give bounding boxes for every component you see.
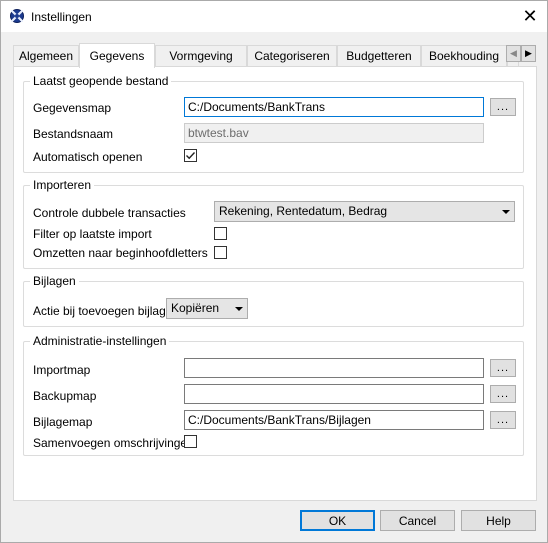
tab-gegevens[interactable]: Gegevens [79,43,155,68]
group-attachments-title: Bijlagen [30,274,79,288]
attachment-folder-label: Bijlagemap [33,415,93,429]
attachment-action-dropdown[interactable]: Kopiëren [166,298,248,319]
data-folder-label: Gegevensmap [33,101,112,115]
cancel-button[interactable]: Cancel [380,510,455,531]
checkmark-icon [186,152,196,160]
capitalize-label: Omzetten naar beginhoofdletters [33,246,208,260]
backup-folder-browse-button[interactable]: ... [490,385,516,403]
tab-algemeen[interactable]: Algemeen [13,45,79,66]
settings-window: Instellingen ✕ Algemeen Gegevens Vormgev… [0,0,548,543]
filename-label: Bestandsnaam [33,127,114,141]
attachment-folder-browse-button[interactable]: ... [490,411,516,429]
duplicate-check-label: Controle dubbele transacties [33,206,186,220]
tab-strip: Algemeen Gegevens Vormgeving Categoriser… [13,43,537,68]
ok-button[interactable]: OK [300,510,375,531]
settings-app-icon [10,9,24,23]
data-folder-browse-button[interactable]: ... [490,98,516,116]
import-folder-input[interactable] [184,358,484,378]
window-title: Instellingen [31,10,92,24]
chevron-left-icon: ◀ [510,48,517,58]
group-last-file-title: Laatst geopende bestand [30,74,172,88]
capitalize-checkbox[interactable] [214,246,227,259]
data-folder-input[interactable]: C:/Documents/BankTrans [184,97,484,117]
merge-descriptions-label: Samenvoegen omschrijvingen [33,436,194,450]
title-bar: Instellingen ✕ [1,1,547,32]
tab-vormgeving[interactable]: Vormgeving [155,45,247,66]
group-admin-settings-title: Administratie-instellingen [30,334,170,348]
duplicate-check-dropdown[interactable]: Rekening, Rentedatum, Bedrag [214,201,515,222]
chevron-right-icon: ▶ [525,48,532,58]
group-import-title: Importeren [30,178,95,192]
attachment-action-label: Actie bij toevoegen bijlage [33,304,173,318]
tab-scroll-right-button[interactable]: ▶ [521,45,536,62]
auto-open-checkbox[interactable] [184,149,197,162]
auto-open-label: Automatisch openen [33,150,143,164]
tab-boekhouding[interactable]: Boekhouding [421,45,507,66]
import-folder-label: Importmap [33,363,91,377]
chevron-down-icon [235,307,243,311]
attachment-folder-input[interactable]: C:/Documents/BankTrans/Bijlagen [184,410,484,430]
filter-import-checkbox[interactable] [214,227,227,240]
close-icon[interactable]: ✕ [522,6,537,27]
filter-import-label: Filter op laatste import [33,227,152,241]
tab-panel-gegevens: Laatst geopende bestand Gegevensmap C:/D… [13,66,537,501]
tab-categoriseren[interactable]: Categoriseren [247,45,337,66]
tab-budgetteren[interactable]: Budgetteren [337,45,421,66]
backup-folder-label: Backupmap [33,389,97,403]
tab-scroll-left-button[interactable]: ◀ [506,45,521,62]
close-button[interactable]: ✕ [513,1,547,31]
help-button[interactable]: Help [461,510,536,531]
import-folder-browse-button[interactable]: ... [490,359,516,377]
merge-descriptions-checkbox[interactable] [184,435,197,448]
backup-folder-input[interactable] [184,384,484,404]
chevron-down-icon [502,210,510,214]
filename-input: btwtest.bav [184,123,484,143]
